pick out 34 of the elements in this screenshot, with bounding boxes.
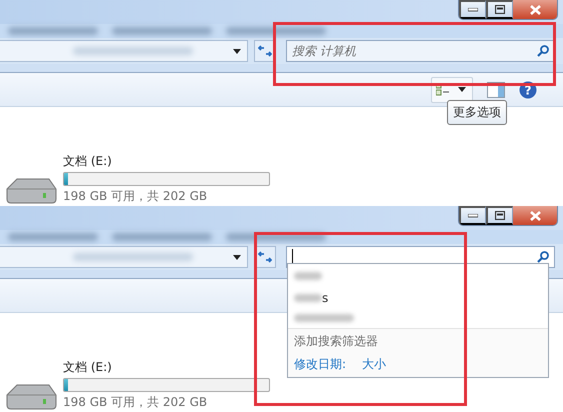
search-icon <box>537 251 549 263</box>
minimize-icon <box>468 214 478 218</box>
refresh-arrows-icon <box>258 45 272 57</box>
minimize-button[interactable] <box>459 206 486 225</box>
maximize-icon <box>495 5 505 14</box>
free-space-text: 198 GB 可用，共 202 GB <box>63 394 208 411</box>
free-space-text: 198 GB 可用，共 202 GB <box>63 188 208 205</box>
dropdown-arrow-icon <box>233 254 241 260</box>
filter-heading: 添加搜索筛选器 <box>294 333 379 350</box>
refresh-arrows-icon <box>258 251 272 263</box>
close-icon <box>530 4 540 14</box>
search-field[interactable]: 搜索 计算机 <box>286 40 555 62</box>
search-icon <box>537 45 549 57</box>
drive-name: 文档 (E:) <box>63 359 113 376</box>
filter-link[interactable]: 大小 <box>362 356 386 373</box>
close-button[interactable] <box>513 0 557 19</box>
drive-name: 文档 (E:) <box>63 153 113 170</box>
blurred-text <box>294 272 322 280</box>
view-list-icon <box>436 83 448 96</box>
blurred-text <box>294 294 322 302</box>
history-text: s <box>322 291 328 305</box>
dropdown-arrow-icon <box>233 48 241 54</box>
filter-link[interactable]: 修改日期: <box>294 356 346 373</box>
text-cursor <box>292 249 293 264</box>
maximize-button[interactable] <box>486 0 513 19</box>
close-button[interactable] <box>513 206 557 225</box>
dropdown-arrow-icon <box>458 87 466 92</box>
maximize-icon <box>495 211 505 220</box>
close-icon <box>530 210 540 220</box>
blurred-text <box>294 314 354 322</box>
maximize-button[interactable] <box>486 206 513 225</box>
tooltip: 更多选项 <box>447 100 507 125</box>
minimize-icon <box>468 8 478 12</box>
minimize-button[interactable] <box>459 0 486 19</box>
